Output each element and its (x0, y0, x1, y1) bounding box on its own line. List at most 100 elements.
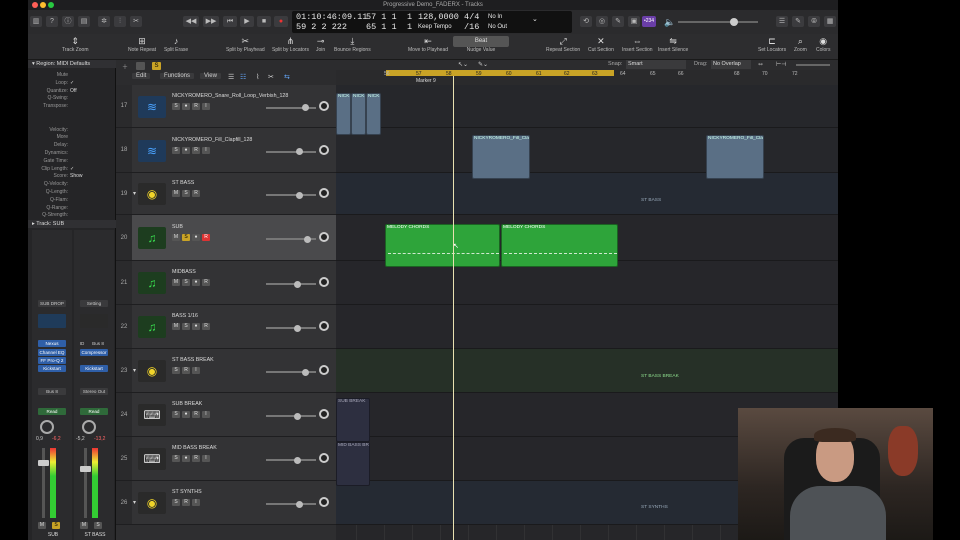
input-button[interactable]: I (202, 146, 210, 154)
mute-button[interactable]: M (172, 323, 180, 330)
join-tool[interactable]: ⊸ Join (316, 36, 325, 53)
input-monitor-button[interactable]: ● (192, 279, 200, 286)
split-by-locators-tool[interactable]: ⋔ Split by Locators (272, 36, 309, 53)
solo-button[interactable]: S (172, 146, 180, 154)
record-enable-button[interactable]: R (182, 367, 190, 374)
snap-select[interactable]: Smart (626, 60, 686, 69)
move-to-playhead-tool[interactable]: ⇤ Move to Playhead (408, 36, 448, 53)
note-icon[interactable]: ♫ (138, 227, 166, 249)
track-header[interactable]: 23 ▾ ◉ ST BASS BREAK S R I (116, 349, 336, 393)
bounce-regions-tool[interactable]: ⤓ Bounce Regions (334, 36, 371, 53)
input-button[interactable]: I (202, 411, 210, 418)
track-name[interactable]: SUB (172, 224, 183, 230)
strip1-plugin-proq[interactable]: FF Pro-Q 2 (38, 357, 66, 364)
cut-section-tool[interactable]: ✕ Cut Section (588, 36, 614, 53)
list-editors-icon[interactable]: ☰ (776, 16, 788, 27)
record-enable-button[interactable]: R (182, 499, 190, 506)
volume-knob[interactable] (304, 235, 311, 243)
track-name[interactable]: ST BASS (172, 180, 194, 186)
solo-button[interactable]: S (172, 367, 180, 374)
edit-menu[interactable]: Edit (132, 73, 151, 79)
global-solo-button[interactable]: S (152, 62, 161, 70)
split-erase-tool[interactable]: ♪ Split Erase (164, 36, 188, 53)
pan-knob[interactable] (319, 277, 329, 287)
inspector-row-value[interactable]: ✓ (70, 80, 74, 87)
inspector-row[interactable]: Clip Length: ✓ (28, 166, 116, 173)
inspector-row-value[interactable]: Show (70, 173, 83, 180)
pan-knob[interactable] (319, 321, 329, 331)
stack-icon[interactable]: ◉ (138, 360, 166, 382)
close-window-button[interactable] (32, 2, 38, 8)
notes-icon[interactable]: ✎ (792, 16, 804, 27)
record-enable-button[interactable]: R (202, 279, 210, 286)
strip2-plugin-compressor[interactable]: Compressor (80, 349, 108, 356)
volume-knob[interactable] (296, 148, 303, 155)
audio-region[interactable]: NICK (351, 93, 366, 135)
inspector-row-value[interactable]: Off (70, 88, 77, 95)
editor-icon[interactable]: ✂ (130, 16, 142, 27)
strip2-pan-knob[interactable] (82, 420, 96, 434)
keyboard-icon[interactable]: ⌨ (138, 448, 166, 470)
horizontal-zoom-slider[interactable] (796, 64, 830, 66)
strip1-mute-button[interactable]: M (38, 522, 46, 529)
strip1-plugin-kickstart[interactable]: Kickstart (38, 365, 66, 372)
strip2-setting[interactable]: Setting (80, 300, 108, 307)
pan-knob[interactable] (319, 497, 329, 507)
volume-knob[interactable] (294, 324, 301, 332)
nudge-value-select[interactable]: Beat (453, 36, 509, 47)
tempo-mode[interactable]: Keep Tempo (418, 24, 452, 30)
track-header[interactable]: 24 ⌨ SUB BREAK S ● R I (116, 393, 336, 437)
waveform-icon[interactable]: ≋ (138, 139, 166, 162)
solo-button[interactable]: S (182, 323, 190, 330)
split-by-playhead-tool[interactable]: ✂ Split by Playhead (226, 36, 265, 53)
strip2-bus[interactable]: Bus 8 (88, 340, 108, 347)
strip1-pan-knob[interactable] (40, 420, 54, 434)
tempo-value[interactable]: 128,0000 (418, 12, 459, 22)
playhead[interactable] (453, 76, 454, 540)
track-name[interactable]: MID BASS BREAK (172, 445, 217, 451)
strip2-plugin-kickstart[interactable]: Kickstart (80, 365, 108, 372)
input-button[interactable]: I (192, 499, 200, 506)
catch-icon[interactable]: ⇆ (284, 73, 290, 81)
strip1-plugin-channel-eq[interactable]: Channel EQ (38, 349, 66, 356)
set-locators-tool[interactable]: ⊏ Set Locators (758, 36, 786, 53)
mute-button[interactable]: M (172, 190, 180, 197)
strip2-solo-button[interactable]: S (94, 522, 102, 529)
note-repeat-tool[interactable]: ⊞ Note Repeat (128, 36, 156, 53)
inspector-row[interactable]: Q-Flam: (28, 197, 116, 204)
audio-region[interactable]: NICK (366, 93, 381, 135)
stack-icon[interactable]: ◉ (138, 183, 166, 205)
strip2-output[interactable]: Stereo Out (80, 388, 108, 395)
inspector-row[interactable]: Q-Swing: (28, 95, 116, 102)
master-volume-slider[interactable] (678, 18, 758, 26)
inspector-row[interactable] (28, 119, 116, 126)
track-header[interactable]: 17 ≋ NICKYROMERO_Snare_Roll_Loop_Verbish_1… (116, 85, 336, 128)
track-volume-slider[interactable] (266, 191, 316, 199)
track-zoom-tool[interactable]: ⇕ Track Zoom (62, 36, 88, 53)
master-volume-knob[interactable] (730, 18, 738, 26)
strip2-fader-cap[interactable] (80, 466, 91, 472)
record-enable-button[interactable]: R (192, 190, 200, 197)
note-icon[interactable]: ♫ (138, 272, 166, 294)
note-icon[interactable]: ♫ (138, 316, 166, 338)
track-volume-slider[interactable] (266, 412, 316, 420)
strip1-eq-thumb[interactable] (38, 314, 66, 328)
pan-knob[interactable] (319, 409, 329, 419)
count-in-icon[interactable]: ▣ (628, 16, 640, 27)
track-volume-slider[interactable] (266, 104, 316, 111)
track-name[interactable]: ST BASS BREAK (172, 357, 214, 363)
track-volume-slider[interactable] (266, 368, 316, 376)
pan-knob[interactable] (319, 100, 329, 111)
track-header[interactable]: 20 ♫ SUB M S ● R (116, 215, 336, 261)
track-header[interactable]: 19 ▾ ◉ ST BASS M S R (116, 173, 336, 215)
record-enable-button[interactable]: R (192, 411, 200, 418)
track-volume-slider[interactable] (266, 148, 316, 155)
waveform-zoom-icon[interactable]: ⇿ (758, 61, 763, 68)
record-enable-button[interactable]: R (192, 102, 200, 110)
inspector-toggle-icon[interactable]: ▤ (78, 16, 90, 27)
solo-button[interactable]: S (182, 279, 190, 286)
input-monitor-button[interactable]: ● (182, 455, 190, 462)
volume-knob[interactable] (294, 280, 301, 288)
view-menu[interactable]: View (200, 73, 221, 79)
track-name[interactable]: ST SYNTHS (172, 489, 202, 495)
